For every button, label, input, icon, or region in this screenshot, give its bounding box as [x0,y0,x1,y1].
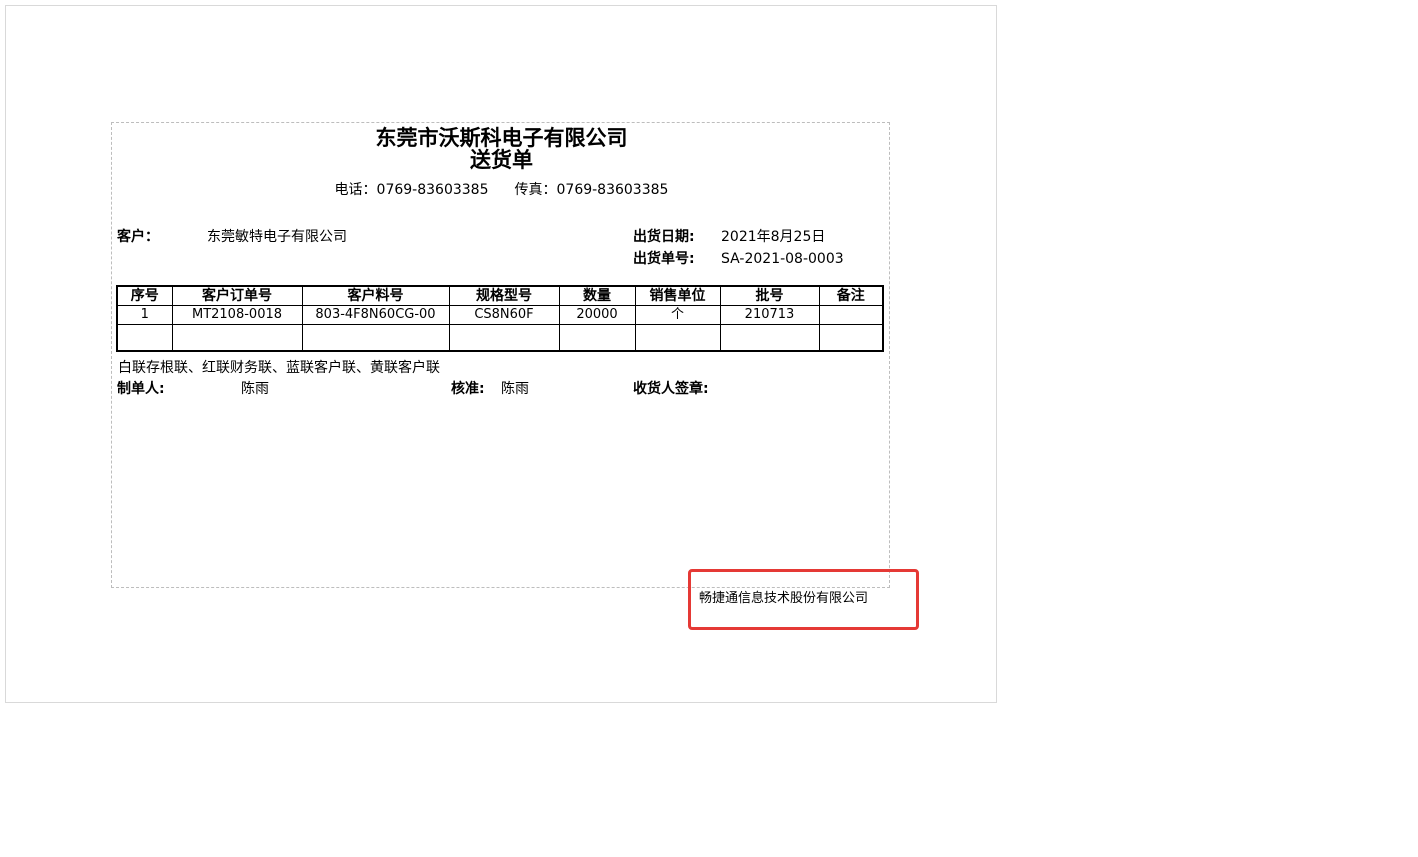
highlighted-vendor-box: 畅捷通信息技术股份有限公司 [688,569,919,630]
document-title: 送货单 [470,147,533,172]
ship-date-value: 2021年8月25日 [721,229,826,245]
column-header: 备注 [818,285,884,306]
phone-value: 0769-83603385 [376,182,489,198]
ship-no-label: 出货单号: [633,251,695,267]
delivery-items-table: 序号 客户订单号 客户料号 规格型号 数量 销售单位 批号 备注 1 MT210… [116,285,884,352]
company-title: 东莞市沃斯科电子有限公司 [375,125,628,150]
table-cell: CS8N60F [448,305,560,325]
column-header: 数量 [558,285,636,306]
column-header: 规格型号 [448,285,560,306]
customer-value: 东莞敏特电子有限公司 [207,229,347,245]
customer-label: 客户： [117,229,159,245]
column-header: 销售单位 [634,285,721,306]
fax-label: 传真： [514,182,557,198]
column-header: 客户订单号 [171,285,303,306]
vendor-name: 畅捷通信息技术股份有限公司 [699,591,869,606]
table-cell [818,305,884,325]
fax-value: 0769-83603385 [556,182,669,198]
table-cell: 20000 [558,305,636,325]
column-header: 客户料号 [301,285,450,306]
contact-line: 电话：0769-83603385 传真：0769-83603385 [112,181,891,199]
ship-date-label: 出货日期: [633,229,695,245]
copies-note: 白联存根联、红联财务联、蓝联客户联、黄联客户联 [118,360,440,376]
checker-value: 陈雨 [501,381,529,397]
ship-no-value: SA-2021-08-0003 [721,251,844,267]
table-row: 1 MT2108-0018 803-4F8N60CG-00 CS8N60F 20… [116,305,884,325]
table-header-row: 序号 客户订单号 客户料号 规格型号 数量 销售单位 批号 备注 [116,285,884,306]
maker-label: 制单人: [117,381,165,397]
table-cell: 210713 [719,305,820,325]
maker-value: 陈雨 [241,381,269,397]
checker-label: 核准: [451,381,485,397]
table-cell: 803-4F8N60CG-00 [301,305,450,325]
table-cell: MT2108-0018 [171,305,303,325]
table-row-empty [116,324,884,352]
column-header: 序号 [116,285,173,306]
table-cell: 个 [634,305,721,325]
phone-label: 电话： [334,182,377,198]
column-header: 批号 [719,285,820,306]
print-area: 东莞市沃斯科电子有限公司 送货单 电话：0769-83603385 传真：0769… [111,122,890,588]
receiver-signature-label: 收货人签章: [633,381,709,397]
table-cell: 1 [116,305,173,325]
